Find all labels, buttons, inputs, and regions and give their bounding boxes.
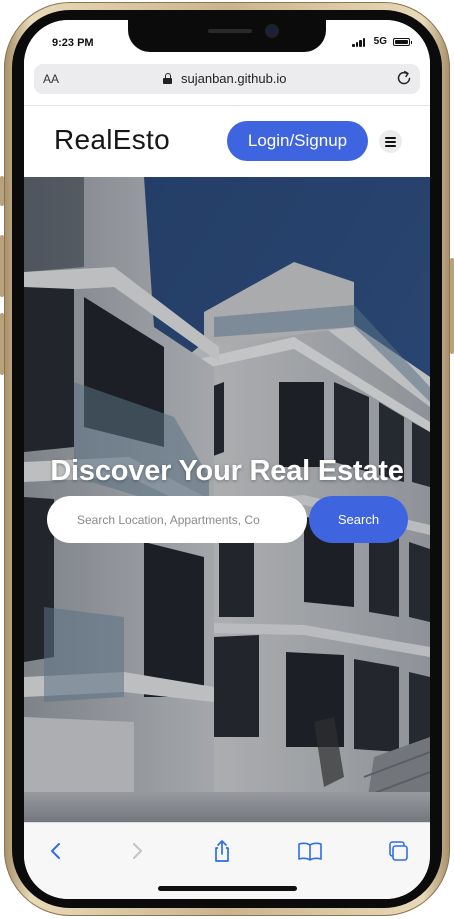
screen: 9:23 PM 5G AA sujanban.github.io RealEst… xyxy=(24,20,430,899)
address-bar[interactable]: AA sujanban.github.io xyxy=(34,64,420,94)
network-label: 5G xyxy=(373,36,387,47)
search-input[interactable] xyxy=(47,496,307,543)
volume-up-button xyxy=(0,235,4,297)
tabs-icon[interactable] xyxy=(384,837,412,865)
hero-section: Discover Your Real Estate Search xyxy=(24,177,430,822)
forward-icon[interactable] xyxy=(123,837,151,865)
share-icon[interactable] xyxy=(208,837,236,865)
hamburger-menu-icon[interactable] xyxy=(379,130,402,153)
text-size-button[interactable]: AA xyxy=(43,72,59,86)
home-indicator[interactable] xyxy=(158,886,297,891)
battery-icon xyxy=(393,38,412,46)
status-bar: 9:23 PM 5G xyxy=(24,20,430,64)
back-icon[interactable] xyxy=(42,837,70,865)
notch xyxy=(128,20,326,52)
camera-icon xyxy=(267,26,277,36)
hero-title: Discover Your Real Estate xyxy=(50,455,404,487)
reload-icon[interactable] xyxy=(395,69,413,87)
power-button xyxy=(450,258,454,354)
url-text[interactable]: sujanban.github.io xyxy=(181,71,287,86)
bookmarks-icon[interactable] xyxy=(296,837,324,865)
site-header: RealEsto Login/Signup xyxy=(24,106,430,177)
search-button[interactable]: Search xyxy=(309,496,408,543)
mute-switch xyxy=(0,176,4,206)
signal-icon xyxy=(352,38,366,47)
site-logo[interactable]: RealEsto xyxy=(54,124,170,156)
login-signup-button[interactable]: Login/Signup xyxy=(227,121,368,161)
status-time: 9:23 PM xyxy=(52,37,94,49)
lock-icon xyxy=(163,73,172,84)
volume-down-button xyxy=(0,313,4,375)
